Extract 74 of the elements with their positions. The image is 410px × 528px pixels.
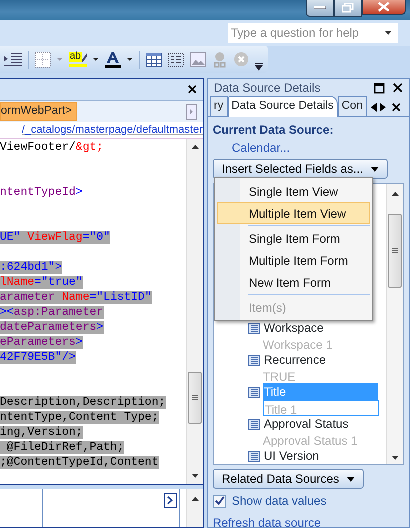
help-search-field[interactable]: Type a question for help — [228, 23, 398, 43]
field-icon — [248, 450, 260, 462]
caret-icon — [347, 476, 356, 482]
menu-item[interactable]: Single Item View — [217, 180, 370, 202]
checkmark-icon — [214, 496, 224, 506]
checkbox-label: Show data values — [232, 493, 327, 510]
related-sources-dropdown[interactable]: Related Data Sources — [213, 469, 364, 489]
code-line: ntentTypeId> — [0, 186, 83, 199]
grip-icon — [392, 248, 398, 254]
minimize-button[interactable] — [306, 0, 334, 17]
borders-icon[interactable] — [35, 52, 51, 68]
scroll-right-icon[interactable] — [380, 103, 386, 112]
panel-tab[interactable]: Data Source Details — [228, 96, 338, 117]
layers-icon[interactable] — [168, 52, 184, 66]
font-color-icon[interactable] — [105, 51, 121, 68]
scroll-thumb[interactable] — [388, 214, 402, 288]
pen-icon — [82, 53, 87, 62]
toolbar-overflow-icon[interactable] — [255, 61, 263, 71]
field-icon — [248, 322, 260, 334]
scroll-left-icon[interactable] — [370, 103, 377, 112]
current-source-label: Current Data Source: — [213, 122, 335, 139]
menu-item[interactable]: Multiple Item View — [217, 202, 370, 224]
highlight-glyph: ab — [69, 52, 82, 62]
field-icon — [248, 418, 260, 430]
indent-icon[interactable] — [4, 52, 22, 66]
field-value: TRUE — [262, 369, 297, 384]
close-icon[interactable] — [188, 85, 197, 94]
field-name[interactable]: UI Version — [263, 447, 378, 464]
grip-icon — [192, 395, 198, 401]
show-values-checkbox[interactable] — [213, 494, 226, 508]
code-line: ViewFooter/&gt; — [0, 141, 104, 154]
dropdown-arrow-icon[interactable] — [385, 30, 394, 36]
caret-icon[interactable] — [127, 58, 133, 62]
close-icon[interactable] — [392, 103, 401, 112]
chevron-right-icon[interactable] — [164, 493, 177, 508]
close-icon — [378, 2, 390, 12]
field-icon — [248, 386, 260, 398]
table-icon[interactable] — [146, 52, 162, 66]
vertical-scrollbar[interactable] — [186, 489, 203, 527]
field-value: Title 1 — [263, 400, 379, 416]
highlight-button[interactable]: ab — [69, 52, 87, 67]
vertical-scrollbar[interactable] — [386, 184, 403, 464]
restore-icon — [342, 3, 354, 13]
restore-button[interactable] — [334, 0, 362, 17]
scroll-up-icon[interactable] — [192, 145, 198, 149]
tag-selector[interactable]: ormWebPart> — [0, 102, 78, 121]
menu-item[interactable]: Multiple Item Form — [217, 249, 370, 271]
scroll-up-icon[interactable] — [192, 497, 198, 501]
field-name[interactable]: Approval Status — [263, 415, 378, 433]
panel-tab[interactable]: ry — [210, 96, 228, 116]
close-button[interactable] — [362, 0, 406, 15]
field-name[interactable]: Workspace — [263, 319, 378, 337]
refresh-link[interactable]: Refresh data source — [213, 514, 404, 528]
maximize-icon[interactable] — [374, 82, 385, 94]
scroll-down-icon[interactable] — [392, 456, 398, 460]
data-source-link[interactable]: Calendar... — [213, 139, 404, 157]
panel-title: Data Source Details — [214, 80, 321, 97]
field-icon — [248, 354, 260, 366]
scroll-down-icon[interactable] — [192, 474, 198, 478]
scroll-up-icon[interactable] — [392, 192, 398, 196]
menu-item[interactable]: New Item Form — [217, 271, 370, 293]
minimize-icon — [314, 6, 326, 10]
page-path-link[interactable]: /_catalogs/masterpage/defaultmaster — [22, 122, 203, 138]
close-icon[interactable] — [393, 83, 403, 93]
caret-icon — [371, 166, 380, 172]
field-name[interactable]: Recurrence — [263, 351, 378, 369]
panel-tab[interactable]: Con — [338, 96, 367, 116]
insert-fields-dropdown[interactable]: Insert Selected Fields as... — [213, 159, 388, 179]
field-value: Workspace 1 — [262, 337, 334, 352]
scroll-thumb[interactable] — [188, 372, 202, 424]
field-value: Approval Status 1 — [262, 433, 359, 448]
menu-item[interactable]: Single Item Form — [217, 227, 370, 249]
vertical-scrollbar[interactable] — [186, 139, 203, 484]
caret-icon[interactable] — [93, 58, 99, 62]
